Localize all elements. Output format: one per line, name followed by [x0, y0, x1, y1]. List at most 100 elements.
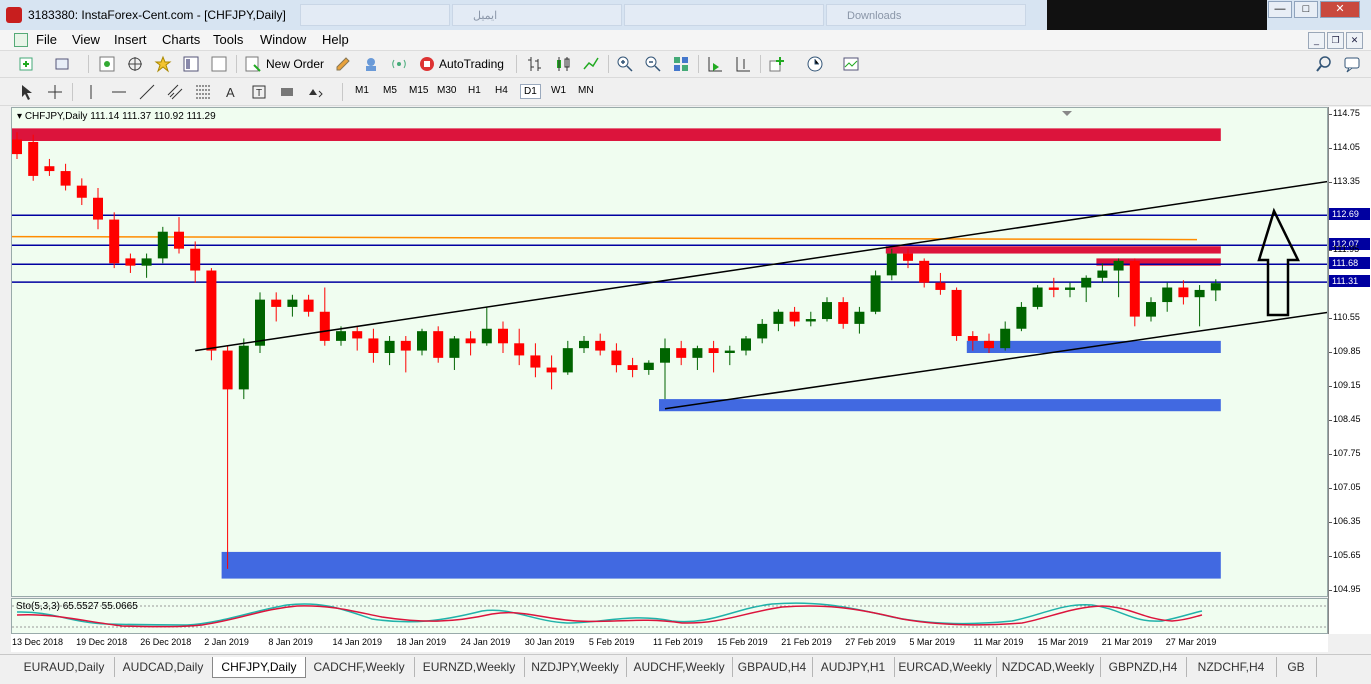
mdi-minimize-icon[interactable]: _ [1308, 32, 1325, 49]
chart-tab[interactable]: CHFJPY,Daily [212, 657, 306, 678]
chart-tab[interactable]: GBPAUD,H4 [732, 657, 813, 677]
candle-body [546, 367, 557, 373]
crosshair-icon[interactable] [46, 83, 64, 101]
mdi-restore-icon[interactable]: ❐ [1327, 32, 1344, 49]
menu-file[interactable]: File [36, 32, 57, 47]
menu-tools[interactable]: Tools [213, 32, 243, 47]
timeframe-h4[interactable]: H4 [492, 84, 511, 97]
menu-charts[interactable]: Charts [162, 32, 200, 47]
time-label: 19 Dec 2018 [76, 637, 128, 647]
chart-tab[interactable]: EURNZD,Weekly [414, 657, 525, 677]
tile-windows-icon[interactable] [672, 55, 690, 73]
price-axis[interactable]: 114.75 114.05 113.35 112.69 112.07 111.95 111.… [1328, 107, 1371, 634]
window-title: 3183380: InstaForex-Cent.com - [CHFJPY,D… [28, 8, 286, 22]
horizontal-line-icon[interactable] [110, 83, 128, 101]
time-label: 11 Feb 2019 [653, 637, 703, 647]
time-label: 2 Jan 2019 [204, 637, 249, 647]
chart-shift-icon[interactable] [734, 55, 752, 73]
menu-window[interactable]: Window [260, 32, 306, 47]
cursor-icon[interactable] [18, 83, 36, 101]
zoom-in-icon[interactable] [616, 55, 634, 73]
menu-view[interactable]: View [72, 32, 100, 47]
zoom-out-icon[interactable] [644, 55, 662, 73]
chart-tab[interactable]: AUDCAD,Daily [114, 657, 213, 677]
mdi-close-icon[interactable]: ✕ [1346, 32, 1363, 49]
candle-body [1129, 260, 1140, 317]
timeframe-h1[interactable]: H1 [465, 84, 484, 97]
candle [1194, 285, 1205, 327]
metaeditor-icon[interactable] [334, 55, 352, 73]
chart-tab[interactable]: AUDCHF,Weekly [626, 657, 733, 677]
time-label: 5 Feb 2019 [588, 637, 635, 647]
candle [125, 253, 136, 273]
chart-tab[interactable]: NZDJPY,Weekly [524, 657, 627, 677]
chart-tab[interactable]: NZDCHF,H4 [1186, 657, 1277, 677]
vertical-line-icon[interactable] [82, 83, 100, 101]
chart-tab[interactable]: EURCAD,Weekly [894, 657, 997, 677]
rectangle-icon[interactable] [278, 83, 296, 101]
terminal-icon[interactable] [182, 55, 200, 73]
trendline-icon[interactable] [138, 83, 156, 101]
timeframe-d1[interactable]: D1 [520, 84, 541, 99]
channel-icon[interactable] [166, 83, 184, 101]
search-icon[interactable] [1315, 55, 1333, 73]
community-icon[interactable] [362, 55, 380, 73]
autotrading-button[interactable]: AutoTrading [439, 57, 504, 71]
autotrading-icon[interactable] [418, 55, 436, 73]
candle-body [903, 253, 913, 261]
close-button[interactable]: ✕ [1320, 1, 1360, 18]
chart-tab[interactable]: CADCHF,Weekly [304, 657, 415, 677]
new-order-button[interactable]: New Order [266, 57, 324, 71]
profiles-icon[interactable] [54, 55, 72, 73]
time-label: 21 Mar 2019 [1101, 637, 1153, 647]
chart-tab[interactable]: GB [1276, 657, 1317, 677]
data-window-icon[interactable] [126, 55, 144, 73]
fibonacci-icon[interactable] [194, 83, 212, 101]
chart-tab[interactable]: NZDCAD,Weekly [996, 657, 1101, 677]
timeframe-m15[interactable]: M15 [406, 84, 431, 97]
text-icon[interactable]: A [222, 83, 240, 101]
timeframe-m1[interactable]: M1 [352, 84, 372, 97]
line-chart-icon[interactable] [582, 55, 600, 73]
candle-body [1210, 283, 1221, 291]
navigator-icon[interactable] [154, 55, 172, 73]
stochastic-panel[interactable]: Sto(5,3,3) 65.5527 55.0665 [11, 598, 1328, 634]
strategy-tester-icon[interactable] [210, 55, 228, 73]
arrows-icon[interactable] [306, 83, 324, 101]
candle [206, 268, 217, 361]
candle-body [1113, 260, 1124, 271]
menu-insert[interactable]: Insert [114, 32, 147, 47]
candle [643, 360, 654, 375]
timeframe-m30[interactable]: M30 [434, 84, 459, 97]
maximize-button[interactable]: □ [1294, 1, 1318, 18]
candle-body [157, 231, 168, 259]
candle [1048, 277, 1059, 298]
text-label-icon[interactable]: T [250, 83, 268, 101]
candlestick-icon[interactable] [554, 55, 572, 73]
time-label: 13 Dec 2018 [12, 637, 64, 647]
chart-tab[interactable]: GBPNZD,H4 [1100, 657, 1187, 677]
indicators-icon[interactable] [768, 55, 786, 73]
new-chart-icon[interactable] [18, 55, 36, 73]
signals-icon[interactable] [390, 55, 408, 73]
chart-tab[interactable]: EURAUD,Daily [14, 657, 115, 677]
timeframe-mn[interactable]: MN [575, 84, 597, 97]
timeframe-m5[interactable]: M5 [380, 84, 400, 97]
price-chart[interactable]: ▾ CHFJPY,Daily 111.14 111.37 110.92 111.… [11, 107, 1328, 597]
templates-icon[interactable] [842, 55, 860, 73]
periodicity-icon[interactable] [806, 55, 824, 73]
minimize-button[interactable]: — [1268, 1, 1292, 18]
chart-tab[interactable]: AUDJPY,H1 [812, 657, 895, 677]
candle-body [449, 338, 460, 358]
chat-icon[interactable] [1343, 55, 1361, 73]
candle [854, 306, 865, 334]
new-order-icon[interactable] [244, 55, 262, 73]
menu-help[interactable]: Help [322, 32, 349, 47]
timeframe-w1[interactable]: W1 [548, 84, 569, 97]
bar-chart-icon[interactable] [526, 55, 544, 73]
time-axis[interactable]: 13 Dec 2018 19 Dec 2018 26 Dec 2018 2 Jan 2… [11, 634, 1328, 652]
candle-body [28, 141, 39, 176]
market-watch-icon[interactable] [98, 55, 116, 73]
candle [611, 343, 622, 373]
autoscroll-icon[interactable] [706, 55, 724, 73]
